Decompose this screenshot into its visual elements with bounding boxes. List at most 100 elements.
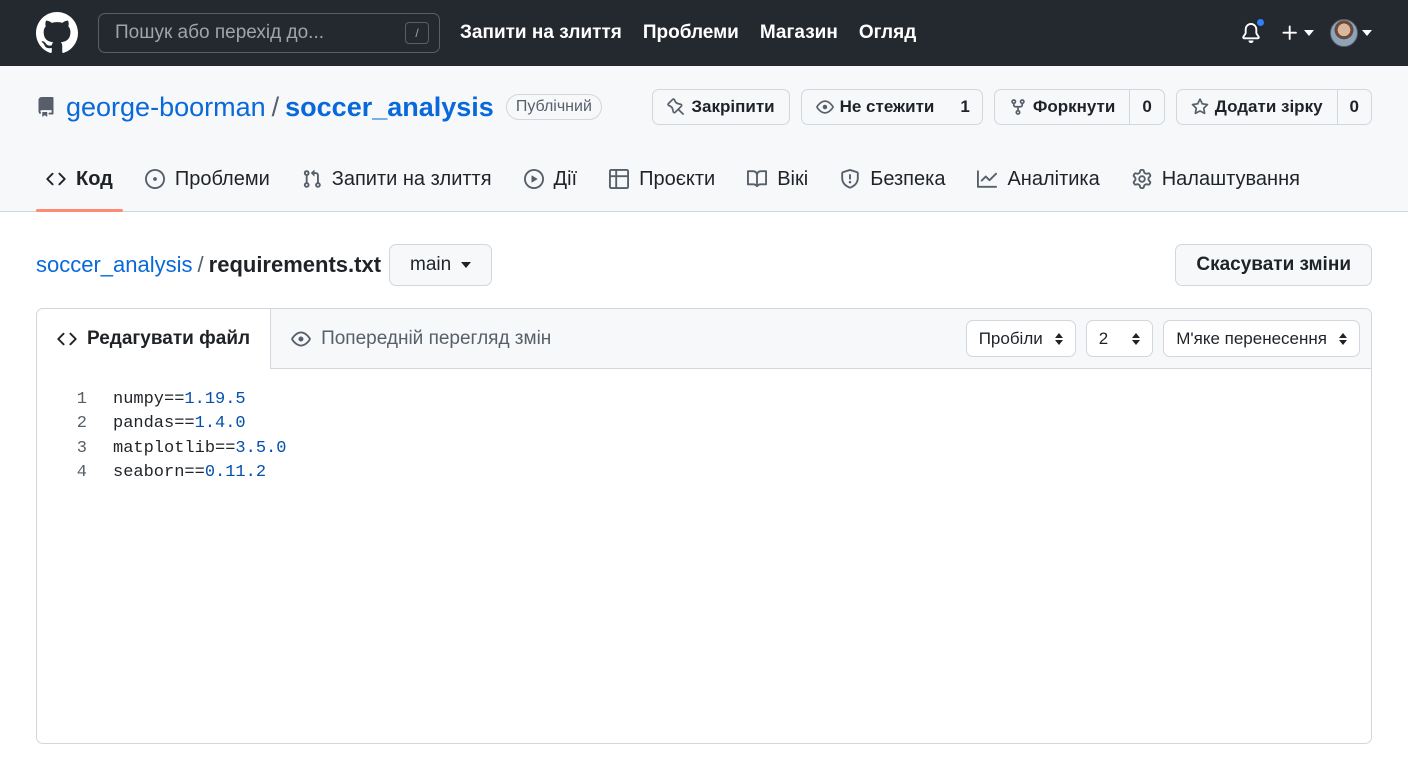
watch-button[interactable]: Не стежити 1 bbox=[800, 89, 983, 125]
tab-settings-label: Налаштування bbox=[1161, 167, 1300, 190]
global-nav: Запити на злиття Проблеми Магазин Огляд bbox=[460, 22, 916, 44]
watch-label: Не стежити bbox=[839, 97, 935, 116]
wrap-mode-select[interactable]: М'яке перенесення bbox=[1163, 320, 1360, 357]
eye-icon bbox=[291, 331, 311, 346]
code-icon bbox=[57, 332, 77, 346]
table-icon bbox=[609, 169, 630, 189]
tab-preview-changes[interactable]: Попередній перегляд змін bbox=[271, 309, 571, 368]
chevron-down-icon bbox=[1362, 30, 1372, 36]
package-version: 1.4.0 bbox=[194, 414, 246, 434]
book-icon bbox=[747, 170, 768, 188]
nav-issues[interactable]: Проблеми bbox=[643, 22, 739, 44]
repo-name-link[interactable]: soccer_analysis bbox=[285, 92, 494, 123]
nav-explore[interactable]: Огляд bbox=[859, 22, 916, 44]
code-line: 3 matplotlib==3.5.0 bbox=[37, 436, 1371, 461]
cancel-changes-button[interactable]: Скасувати зміни bbox=[1175, 244, 1372, 286]
tab-issues[interactable]: Проблеми bbox=[135, 147, 280, 211]
notification-dot bbox=[1255, 17, 1266, 28]
tab-pull-requests-label: Запити на злиття bbox=[331, 167, 492, 190]
line-number: 4 bbox=[76, 463, 87, 483]
fork-label: Форкнути bbox=[1032, 97, 1116, 116]
repo-header: george-boorman / soccer_analysis Публічн… bbox=[0, 66, 1408, 212]
select-arrows-icon bbox=[1339, 332, 1347, 345]
chevron-down-icon bbox=[461, 262, 472, 268]
repo-icon bbox=[36, 96, 58, 118]
tab-security-label: Безпека bbox=[870, 167, 946, 190]
tab-edit-file-label: Редагувати файл bbox=[87, 328, 251, 349]
repo-path-separator: / bbox=[271, 91, 280, 122]
github-logo-icon[interactable] bbox=[36, 12, 78, 54]
search-input[interactable] bbox=[115, 22, 405, 44]
line-content[interactable]: numpy==1.19.5 bbox=[113, 390, 246, 409]
watch-count: 1 bbox=[960, 97, 970, 116]
pin-button[interactable]: Закріпити bbox=[652, 89, 790, 125]
global-search[interactable]: / bbox=[98, 13, 440, 53]
package-version: 3.5.0 bbox=[235, 438, 287, 458]
tab-code[interactable]: Код bbox=[36, 147, 123, 212]
tab-actions[interactable]: Дії bbox=[514, 147, 588, 211]
star-label: Додати зірку bbox=[1214, 97, 1323, 116]
line-content[interactable]: pandas==1.4.0 bbox=[113, 414, 246, 433]
file-editor-page: soccer_analysis / requirements.txt main … bbox=[0, 212, 1408, 768]
fork-button[interactable]: Форкнути 0 bbox=[993, 89, 1165, 125]
tab-code-label: Код bbox=[76, 167, 113, 190]
shield-icon bbox=[841, 169, 859, 189]
file-name[interactable]: requirements.txt bbox=[209, 252, 381, 278]
breadcrumb-repo-link[interactable]: soccer_analysis bbox=[36, 252, 193, 278]
tab-insights[interactable]: Аналітика bbox=[967, 147, 1109, 211]
repo-actions: Закріпити Не стежити 1 Форкнути 0 Додати… bbox=[652, 89, 1372, 125]
line-content[interactable]: seaborn==0.11.2 bbox=[113, 463, 266, 482]
tab-wiki[interactable]: Вікі bbox=[737, 147, 818, 211]
fork-icon bbox=[1011, 99, 1025, 115]
line-number: 3 bbox=[76, 438, 87, 458]
star-count[interactable]: 0 bbox=[1336, 90, 1371, 124]
package-name: pandas== bbox=[113, 414, 195, 434]
code-area[interactable]: 1 numpy==1.19.5 2 pandas==1.4.0 3 matplo… bbox=[37, 369, 1371, 485]
package-version: 0.11.2 bbox=[204, 463, 267, 483]
gear-icon bbox=[1132, 169, 1151, 189]
indent-size-select[interactable]: 2 bbox=[1085, 320, 1154, 357]
play-icon bbox=[523, 169, 544, 189]
chevron-down-icon bbox=[1304, 30, 1314, 36]
line-content[interactable]: matplotlib==3.5.0 bbox=[113, 439, 286, 458]
tab-projects[interactable]: Проєкти bbox=[599, 147, 725, 211]
pin-icon bbox=[667, 98, 685, 115]
search-shortcut-hint: / bbox=[405, 22, 429, 44]
branch-selector[interactable]: main bbox=[389, 244, 493, 286]
breadcrumb-separator: / bbox=[197, 252, 204, 277]
issue-icon bbox=[144, 169, 165, 189]
create-new-button[interactable] bbox=[1280, 23, 1314, 43]
notifications-button[interactable] bbox=[1238, 17, 1266, 46]
repo-owner-link[interactable]: george-boorman bbox=[66, 92, 266, 123]
indent-size-value: 2 bbox=[1098, 328, 1109, 348]
visibility-badge: Публічний bbox=[505, 94, 602, 120]
code-line: 2 pandas==1.4.0 bbox=[37, 412, 1371, 437]
pull-request-icon bbox=[303, 169, 321, 188]
package-version: 1.19.5 bbox=[184, 389, 246, 409]
tab-insights-label: Аналітика bbox=[1007, 167, 1100, 190]
tab-preview-changes-label: Попередній перегляд змін bbox=[321, 327, 552, 349]
avatar bbox=[1330, 19, 1358, 47]
package-name: numpy== bbox=[113, 389, 185, 409]
indent-mode-value: Пробіли bbox=[978, 328, 1043, 348]
package-name: matplotlib== bbox=[113, 438, 236, 458]
tab-settings[interactable]: Налаштування bbox=[1122, 147, 1310, 211]
user-menu-button[interactable] bbox=[1330, 19, 1372, 47]
plus-icon bbox=[1282, 25, 1297, 40]
fork-count[interactable]: 0 bbox=[1129, 90, 1163, 124]
breadcrumb: soccer_analysis / requirements.txt main bbox=[36, 212, 1372, 318]
graph-icon bbox=[977, 170, 998, 188]
tab-wiki-label: Вікі bbox=[777, 167, 809, 190]
tab-security[interactable]: Безпека bbox=[830, 147, 955, 211]
star-icon bbox=[1191, 98, 1209, 115]
tab-issues-label: Проблеми bbox=[174, 167, 270, 190]
pin-label: Закріпити bbox=[691, 97, 775, 116]
nav-marketplace[interactable]: Магазин bbox=[760, 22, 838, 44]
indent-mode-select[interactable]: Пробіли bbox=[965, 320, 1076, 357]
tab-edit-file[interactable]: Редагувати файл bbox=[37, 309, 272, 369]
wrap-mode-value: М'яке перенесення bbox=[1176, 328, 1327, 348]
tab-pull-requests[interactable]: Запити на злиття bbox=[292, 147, 502, 211]
select-arrows-icon bbox=[1132, 332, 1141, 345]
nav-pull-requests[interactable]: Запити на злиття bbox=[460, 22, 622, 44]
star-button[interactable]: Додати зірку 0 bbox=[1175, 89, 1372, 125]
